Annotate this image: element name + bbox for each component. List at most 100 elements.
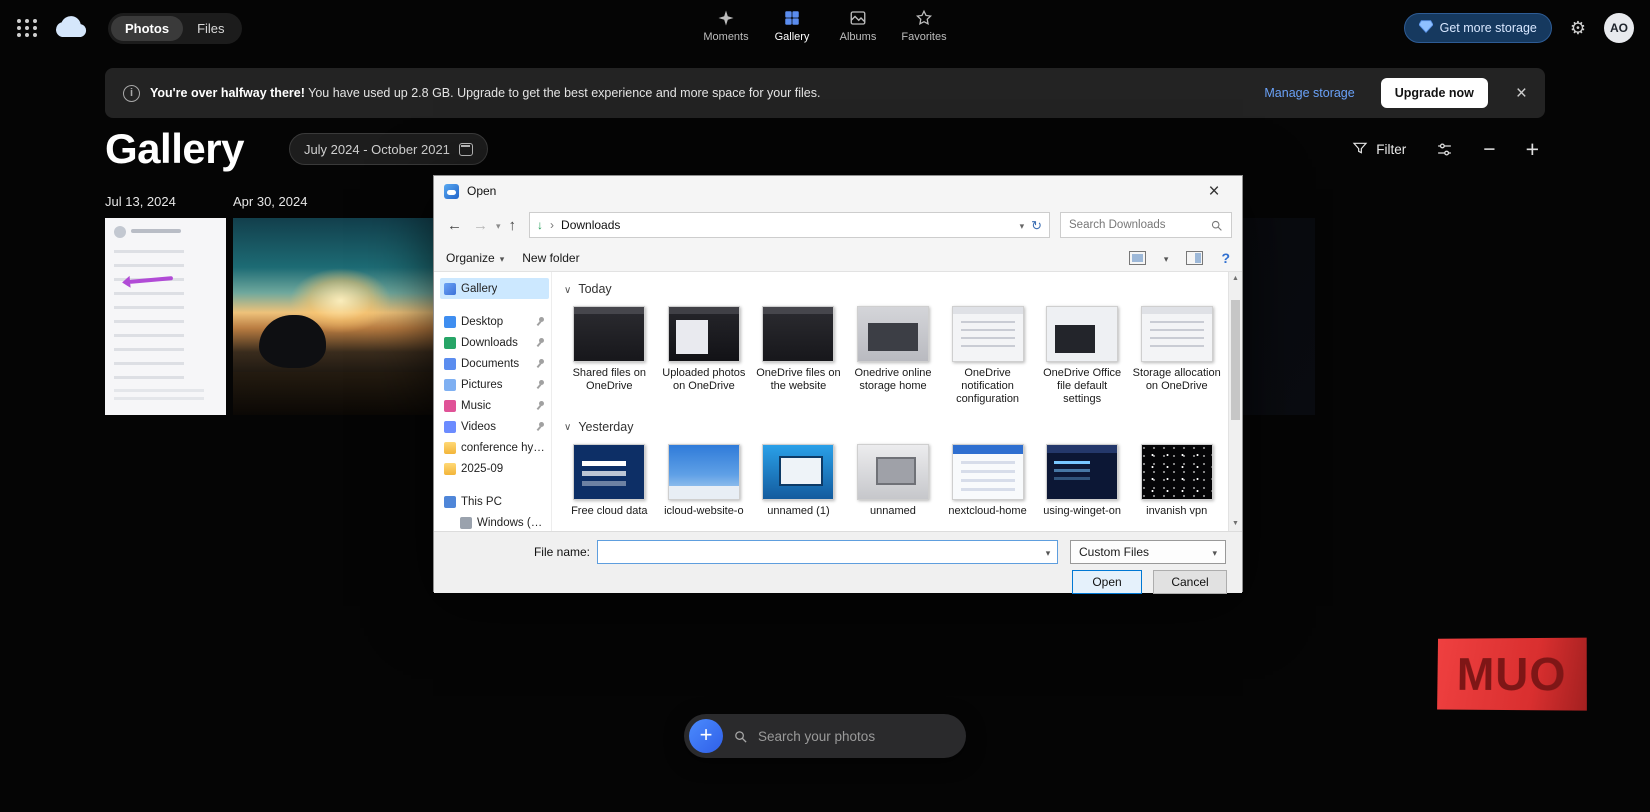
- sidebar-item-desktop[interactable]: Desktop: [440, 311, 549, 332]
- get-more-storage-label: Get more storage: [1440, 21, 1537, 35]
- chevron-down-icon: [500, 252, 505, 264]
- sidebar-item-gallery[interactable]: Gallery: [440, 278, 549, 299]
- date-range-picker[interactable]: July 2024 - October 2021: [289, 133, 488, 165]
- file-item[interactable]: invanish vpn: [1129, 442, 1224, 524]
- sidebar-item-downloads[interactable]: Downloads: [440, 332, 549, 353]
- dialog-scrollbar[interactable]: [1228, 272, 1242, 531]
- photo-search-input[interactable]: [758, 729, 950, 744]
- sidebar-item-label: Desktop: [461, 316, 503, 328]
- change-view-icon[interactable]: [1129, 251, 1146, 265]
- file-item[interactable]: unnamed: [846, 442, 941, 524]
- view-dropdown-icon[interactable]: [1164, 252, 1169, 264]
- onedrive-logo-icon[interactable]: [52, 16, 88, 40]
- file-name: Shared files on OneDrive: [564, 367, 655, 393]
- toggle-photos[interactable]: Photos: [111, 16, 183, 41]
- refresh-icon[interactable]: [1031, 219, 1042, 232]
- zoom-in-icon[interactable]: [1526, 138, 1539, 161]
- file-item[interactable]: Shared files on OneDrive: [562, 304, 657, 412]
- sidebar-item-videos[interactable]: Videos: [440, 416, 549, 437]
- file-item[interactable]: Uploaded photos on OneDrive: [657, 304, 752, 412]
- dialog-titlebar[interactable]: Open: [434, 176, 1242, 206]
- file-item[interactable]: icloud-website-o: [657, 442, 752, 524]
- sidebar-item-music[interactable]: Music: [440, 395, 549, 416]
- nav-item-gallery[interactable]: Gallery: [763, 4, 821, 47]
- nav-item-label: Moments: [703, 31, 748, 43]
- nav-item-favorites[interactable]: Favorites: [895, 4, 953, 47]
- search-icon: [733, 729, 748, 744]
- upgrade-now-button[interactable]: Upgrade now: [1381, 78, 1488, 108]
- scroll-down-icon[interactable]: [1229, 517, 1242, 531]
- dialog-navigation-bar: ← → ↑ Downloads: [434, 206, 1242, 244]
- pin-icon: [535, 316, 545, 327]
- preview-pane-icon[interactable]: [1186, 251, 1203, 265]
- pin-icon: [535, 400, 545, 411]
- help-icon[interactable]: ?: [1221, 250, 1230, 266]
- sidebar-item-label: Music: [461, 400, 491, 412]
- get-more-storage-button[interactable]: Get more storage: [1404, 13, 1552, 43]
- sidebar-item-documents[interactable]: Documents: [440, 353, 549, 374]
- sidebar-item-label: Downloads: [461, 337, 518, 349]
- address-bar[interactable]: Downloads: [529, 212, 1050, 238]
- up-icon[interactable]: ↑: [506, 218, 520, 233]
- albums-icon: [849, 8, 867, 28]
- sidebar-item-pictures[interactable]: Pictures: [440, 374, 549, 395]
- organize-button[interactable]: Organize: [446, 251, 504, 265]
- cancel-button[interactable]: Cancel: [1153, 570, 1227, 594]
- scrollbar-thumb[interactable]: [1231, 300, 1240, 420]
- file-item[interactable]: Onedrive online storage home: [846, 304, 941, 412]
- zoom-out-icon[interactable]: [1483, 139, 1495, 160]
- silhouette: [259, 315, 326, 368]
- address-dropdown-icon[interactable]: [1020, 219, 1025, 231]
- file-thumbnail: [762, 306, 834, 362]
- sidebar-item-windows-c[interactable]: Windows (C:): [456, 512, 549, 531]
- nav-item-albums[interactable]: Albums: [829, 4, 887, 47]
- sidebar-item-conference-hymn[interactable]: conference hymn: [440, 437, 549, 458]
- file-item[interactable]: nextcloud-home: [940, 442, 1035, 524]
- new-folder-button[interactable]: New folder: [522, 251, 579, 265]
- gear-icon[interactable]: [1570, 19, 1586, 37]
- group-header[interactable]: Yesterday: [564, 420, 1224, 434]
- banner-close-icon[interactable]: [1516, 84, 1527, 103]
- dialog-close-icon[interactable]: [1196, 182, 1232, 201]
- videos-icon: [444, 421, 456, 433]
- open-dialog: Open ← → ↑ Downloads Organize: [433, 175, 1243, 592]
- nav-item-label: Favorites: [901, 31, 946, 43]
- file-name: unnamed (1): [767, 505, 829, 518]
- avatar[interactable]: AO: [1604, 13, 1634, 43]
- photo-thumbnail-screenshot[interactable]: [105, 218, 226, 415]
- forward-icon[interactable]: →: [470, 218, 491, 233]
- sidebar-item-2025-09[interactable]: 2025-09: [440, 458, 549, 479]
- gallery-icon: [444, 283, 456, 295]
- back-icon[interactable]: ←: [444, 218, 465, 233]
- file-item[interactable]: Storage allocation on OneDrive: [1129, 304, 1224, 412]
- file-name-input[interactable]: [598, 541, 1039, 563]
- open-button[interactable]: Open: [1072, 570, 1142, 594]
- group-header[interactable]: Today: [564, 282, 1224, 296]
- app-launcher-icon[interactable]: [16, 17, 38, 39]
- manage-storage-link[interactable]: Manage storage: [1264, 86, 1354, 100]
- filter-button[interactable]: Filter: [1352, 140, 1406, 159]
- toggle-files[interactable]: Files: [183, 16, 238, 41]
- file-item[interactable]: Free cloud data: [562, 442, 657, 524]
- file-name-dropdown-icon[interactable]: [1039, 546, 1057, 558]
- file-item[interactable]: using-winget-on: [1035, 442, 1130, 524]
- sidebar-item-this-pc[interactable]: This PC: [440, 491, 549, 512]
- view-settings-icon[interactable]: [1436, 141, 1453, 158]
- file-item[interactable]: OneDrive notification configuration: [940, 304, 1035, 412]
- nav-item-moments[interactable]: Moments: [697, 4, 755, 47]
- file-item[interactable]: OneDrive files on the website: [751, 304, 846, 412]
- chevron-down-icon: [1212, 546, 1217, 558]
- history-chevron-icon[interactable]: [496, 219, 501, 231]
- file-type-select[interactable]: Custom Files: [1070, 540, 1226, 564]
- dialog-title: Open: [467, 184, 496, 198]
- folder-icon: [444, 442, 456, 454]
- file-item[interactable]: OneDrive Office file default settings: [1035, 304, 1130, 412]
- file-item[interactable]: unnamed (1): [751, 442, 846, 524]
- add-button[interactable]: [689, 719, 723, 753]
- topbar-left: Photos Files: [16, 13, 242, 44]
- dialog-search-input[interactable]: [1069, 219, 1204, 231]
- scroll-up-icon[interactable]: [1229, 272, 1242, 286]
- floating-search-bar: [684, 714, 966, 758]
- photo-thumbnail-sunset[interactable]: [233, 218, 436, 415]
- breadcrumb-location[interactable]: Downloads: [561, 218, 620, 232]
